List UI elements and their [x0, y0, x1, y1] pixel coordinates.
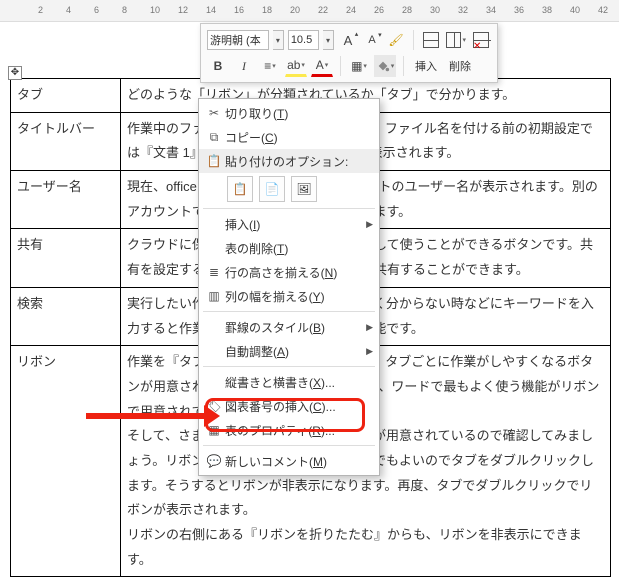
insert-table-icon[interactable]	[421, 29, 441, 51]
paste-option-keep-source-icon[interactable]: 📋	[227, 176, 253, 202]
menu-paste-header-label: 貼り付けのオプション:	[225, 153, 373, 170]
distribute-rows-icon: ≣	[203, 265, 225, 279]
table-cell-label[interactable]: 検索	[11, 287, 121, 345]
ruler-mark: 42	[598, 5, 608, 15]
table-cell-label[interactable]: タブ	[11, 79, 121, 113]
ruler-mark: 24	[346, 5, 356, 15]
decrease-font-icon[interactable]: A	[362, 29, 382, 51]
ruler-mark: 40	[570, 5, 580, 15]
annotation-highlight-box	[205, 398, 365, 432]
menu-autofit-label: 自動調整(A)	[225, 343, 366, 360]
menu-row-height-label: 行の高さを揃える(N)	[225, 264, 373, 281]
menu-new-comment[interactable]: 💬新しいコメント(M)	[199, 449, 379, 473]
increase-font-icon[interactable]: A	[338, 29, 358, 51]
mini-toolbar: 游明朝 (本 ▾ 10.5 ▾ A A 🖌 B I ≡ ab A ▦ 挿入 削除	[200, 23, 498, 83]
menu-col-width[interactable]: ▥列の幅を揃える(Y)	[199, 284, 379, 308]
menu-cut[interactable]: ✂ 切り取り(T)	[199, 101, 379, 125]
border-icon[interactable]: ▦	[348, 55, 370, 77]
ruler-mark: 34	[486, 5, 496, 15]
distribute-cols-icon: ▥	[203, 289, 225, 303]
menu-new-comment-label: 新しいコメント(M)	[225, 453, 373, 470]
menu-text-direction[interactable]: 縦書きと横書き(X)...	[199, 370, 379, 394]
paint-bucket-icon	[376, 59, 390, 73]
insert-label[interactable]: 挿入	[411, 58, 441, 74]
ruler-mark: 38	[542, 5, 552, 15]
ruler-mark: 2	[38, 5, 43, 15]
italic-icon[interactable]: I	[233, 55, 255, 77]
delete-label[interactable]: 削除	[445, 58, 475, 74]
paste-option-picture-icon[interactable]: 🖼	[291, 176, 317, 202]
table-move-handle-icon[interactable]: ✥	[8, 66, 22, 80]
annotation-arrow	[86, 413, 206, 419]
menu-delete-table-label: 表の削除(T)	[225, 240, 373, 257]
table-cell-label[interactable]: タイトルバー	[11, 112, 121, 170]
submenu-arrow-icon: ▶	[366, 322, 373, 333]
menu-border-style-label: 罫線のスタイル(B)	[225, 319, 366, 336]
menu-insert[interactable]: 挿入(I)▶	[199, 212, 379, 236]
font-name-combo[interactable]: 游明朝 (本	[207, 30, 269, 50]
ruler-mark: 32	[458, 5, 468, 15]
delete-table-icon[interactable]	[471, 29, 491, 51]
menu-insert-label: 挿入(I)	[225, 216, 366, 233]
table-cell-label[interactable]: リボン	[11, 346, 121, 577]
menu-copy[interactable]: ⧉ コピー(C)	[199, 125, 379, 149]
font-size-dropdown-icon[interactable]: ▾	[323, 30, 334, 50]
paste-icon: 📋	[203, 154, 225, 168]
menu-delete-table[interactable]: 表の削除(T)	[199, 236, 379, 260]
menu-paste-header: 📋 貼り付けのオプション:	[199, 149, 379, 173]
menu-row-height[interactable]: ≣行の高さを揃える(N)	[199, 260, 379, 284]
comment-icon: 💬	[203, 454, 225, 468]
paste-options-row: 📋 📄 🖼	[199, 173, 379, 205]
shading-icon[interactable]	[374, 55, 396, 77]
ruler-mark: 20	[290, 5, 300, 15]
cut-icon: ✂	[203, 106, 225, 120]
menu-border-style[interactable]: 罫線のスタイル(B)▶	[199, 315, 379, 339]
menu-text-direction-label: 縦書きと横書き(X)...	[225, 374, 373, 391]
insert-table-dropdown-icon[interactable]	[445, 29, 467, 51]
ruler-mark: 26	[374, 5, 384, 15]
menu-cut-label: 切り取り(T)	[225, 105, 373, 122]
ruler-mark: 18	[262, 5, 272, 15]
ruler-mark: 12	[178, 5, 188, 15]
submenu-arrow-icon: ▶	[366, 219, 373, 230]
menu-autofit[interactable]: 自動調整(A)▶	[199, 339, 379, 363]
ruler-mark: 10	[150, 5, 160, 15]
ruler-mark: 36	[514, 5, 524, 15]
submenu-arrow-icon: ▶	[366, 346, 373, 357]
ruler-mark: 6	[94, 5, 99, 15]
font-name-dropdown-icon[interactable]: ▾	[273, 30, 284, 50]
font-color-icon[interactable]: A	[311, 55, 333, 77]
menu-col-width-label: 列の幅を揃える(Y)	[225, 288, 373, 305]
ruler-mark: 16	[234, 5, 244, 15]
align-icon[interactable]: ≡	[259, 55, 281, 77]
bold-icon[interactable]: B	[207, 55, 229, 77]
ruler-mark: 14	[206, 5, 216, 15]
ruler-mark: 28	[402, 5, 412, 15]
copy-icon: ⧉	[203, 130, 225, 145]
ruler-mark: 22	[318, 5, 328, 15]
font-size-combo[interactable]: 10.5	[288, 30, 319, 50]
menu-copy-label: コピー(C)	[225, 129, 373, 146]
ruler-mark: 4	[66, 5, 71, 15]
table-cell-label[interactable]: ユーザー名	[11, 171, 121, 229]
format-painter-icon[interactable]: 🖌	[386, 29, 406, 51]
paste-option-merge-icon[interactable]: 📄	[259, 176, 285, 202]
ruler-mark: 30	[430, 5, 440, 15]
table-cell-label[interactable]: 共有	[11, 229, 121, 287]
ruler-mark: 8	[122, 5, 127, 15]
highlight-icon[interactable]: ab	[285, 55, 307, 77]
horizontal-ruler: 24681012141618202224262830323436384042	[0, 0, 619, 22]
